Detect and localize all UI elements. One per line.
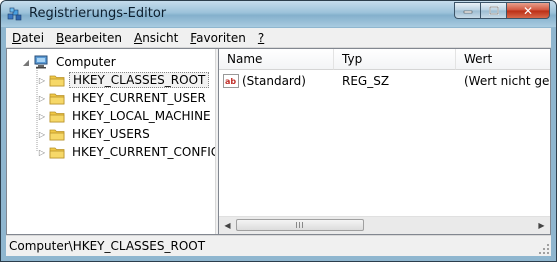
minimize-button[interactable] (454, 2, 480, 19)
tree-item-hklm[interactable]: ▷ HKEY_LOCAL_MACHINE (37, 107, 214, 125)
close-icon: ✕ (522, 3, 534, 18)
list-item[interactable]: ab (Standard) (223, 72, 333, 90)
tree-item-hkcu[interactable]: ▷ HKEY_CURRENT_USER (37, 89, 209, 107)
scroll-left-icon[interactable]: ◀ (219, 217, 236, 234)
grip-icon (295, 222, 305, 228)
tree-label: HKEY_CURRENT_CONFIG (72, 145, 221, 159)
column-header-value[interactable]: Wert (456, 49, 550, 70)
close-button[interactable]: ✕ (506, 2, 550, 19)
value-data: (Wert nicht gesetzt) (464, 74, 550, 88)
tree-label: Computer (56, 55, 116, 69)
menu-bearbeiten[interactable]: Bearbeiten (50, 31, 128, 45)
collapse-icon[interactable]: ◢ (21, 58, 31, 67)
folder-icon (49, 111, 65, 123)
menu-label: atei (21, 30, 45, 45)
window-controls: ✕ (454, 2, 550, 20)
title-bar[interactable]: Registrierungs-Editor ✕ (1, 1, 556, 27)
folder-icon (49, 75, 65, 87)
tree-item-hku[interactable]: ▷ HKEY_USERS (37, 125, 153, 143)
value-type: REG_SZ (342, 74, 390, 88)
registry-editor-window: Registrierungs-Editor ✕ Datei Bearbeiten… (0, 0, 557, 262)
horizontal-scrollbar[interactable]: ◀ ▶ (219, 216, 550, 234)
values-list[interactable]: Name Typ Wert ab (Standard) REG_SZ (Wert… (219, 49, 550, 234)
expand-icon[interactable]: ▷ (37, 112, 47, 121)
column-header-name[interactable]: Name (219, 49, 334, 70)
expand-icon[interactable]: ▷ (37, 94, 47, 103)
folder-icon (49, 93, 65, 105)
scroll-right-icon[interactable]: ▶ (533, 217, 550, 234)
menu-favoriten[interactable]: Favoriten (184, 31, 252, 45)
status-path: Computer\HKEY_CLASSES_ROOT (9, 239, 206, 253)
maximize-icon (488, 6, 499, 15)
menu-label: nsicht (142, 30, 179, 45)
menu-label: avoriten (196, 30, 246, 45)
status-bar: Computer\HKEY_CLASSES_ROOT (6, 235, 551, 256)
column-header-type[interactable]: Typ (334, 49, 456, 70)
value-name: (Standard) (242, 74, 306, 88)
menu-datei[interactable]: Datei (6, 31, 50, 45)
maximize-button[interactable] (480, 2, 506, 19)
tree-label: HKEY_USERS (72, 127, 150, 141)
expand-icon[interactable]: ▷ (37, 130, 47, 139)
folder-icon (49, 147, 65, 159)
registry-tree[interactable]: ◢ Computer ▷ HKEY_CLASSES_ROOT ▷ HKEY_CU… (7, 49, 220, 234)
window-title: Registrierungs-Editor (29, 6, 167, 21)
menu-ansicht[interactable]: Ansicht (128, 31, 184, 45)
tree-label: HKEY_CLASSES_ROOT (69, 72, 210, 88)
expand-icon[interactable]: ▷ (37, 76, 47, 85)
folder-icon (49, 129, 65, 141)
menu-help[interactable]: ? (252, 31, 270, 45)
tree-label: HKEY_CURRENT_USER (72, 91, 206, 105)
tree-item-computer[interactable]: ◢ Computer (21, 53, 119, 71)
registry-editor-icon (7, 7, 22, 21)
tree-label: HKEY_LOCAL_MACHINE (72, 109, 211, 123)
menu-label: earbeiten (64, 30, 122, 45)
svg-text:ab: ab (225, 77, 236, 86)
tree-item-hkcc[interactable]: ▷ HKEY_CURRENT_CONFIG (37, 143, 223, 161)
expand-icon[interactable]: ▷ (37, 148, 47, 157)
client-area: ◢ Computer ▷ HKEY_CLASSES_ROOT ▷ HKEY_CU… (6, 48, 551, 235)
menu-accel: ? (257, 30, 265, 45)
minimize-icon (463, 10, 472, 13)
resize-grip-icon[interactable] (538, 243, 550, 255)
menu-bar: Datei Bearbeiten Ansicht Favoriten ? (6, 28, 551, 48)
ab-string-icon: ab (223, 74, 239, 88)
scrollbar-thumb[interactable] (236, 219, 364, 231)
tree-item-hkcr[interactable]: ▷ HKEY_CLASSES_ROOT (37, 71, 210, 89)
menu-accel: D (12, 30, 22, 45)
menu-accel: A (133, 30, 143, 45)
computer-icon (34, 55, 48, 69)
